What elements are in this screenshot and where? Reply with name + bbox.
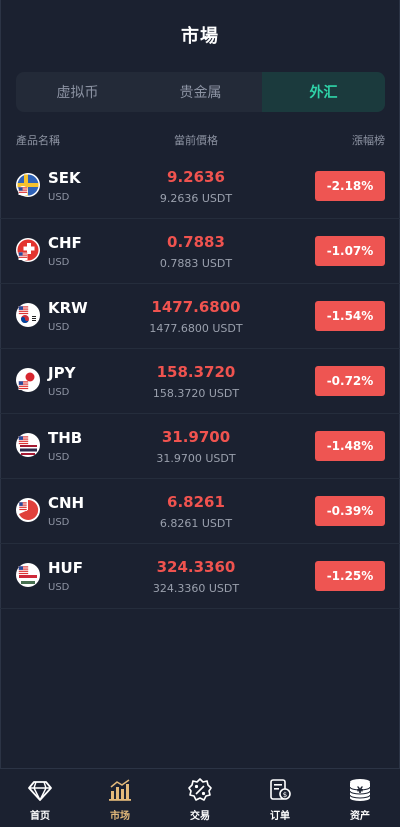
market-list: SEK USD 9.2636 9.2636 USDT -2.18% CHF US…: [0, 154, 400, 609]
diamond-icon: [28, 781, 52, 801]
change-badge[interactable]: -2.18%: [315, 171, 385, 201]
nav-label: 市场: [110, 811, 130, 822]
coin-receipt-icon: $: [270, 779, 291, 800]
column-header-price: 當前價格: [174, 134, 218, 147]
column-header-change[interactable]: 漲幅榜: [352, 132, 385, 148]
change-badge[interactable]: -1.54%: [315, 301, 385, 331]
column-headers: 產品名稱 當前價格 漲幅榜: [16, 132, 385, 148]
svg-text:$: $: [283, 791, 287, 799]
nav-label: 订单: [270, 811, 290, 822]
nav-label: 资产: [350, 811, 370, 822]
nav-home[interactable]: 首页: [0, 769, 80, 827]
nav-label: 交易: [190, 811, 210, 822]
tab-crypto[interactable]: 虚拟币: [16, 72, 139, 112]
nav-market[interactable]: 市场: [80, 769, 160, 827]
market-row[interactable]: HUF USD 324.3360 324.3360 USDT -1.25%: [0, 544, 400, 609]
nav-orders[interactable]: $ 订单: [240, 769, 320, 827]
market-tabs: 虚拟币 贵金属 外汇: [16, 72, 385, 112]
change-badge[interactable]: -1.25%: [315, 561, 385, 591]
change-badge[interactable]: -1.48%: [315, 431, 385, 461]
bar-chart-icon: [109, 779, 131, 801]
nav-trade[interactable]: 交易: [160, 769, 240, 827]
market-row[interactable]: KRW USD 1477.6800 1477.6800 USDT -1.54%: [0, 284, 400, 349]
market-row[interactable]: CHF USD 0.7883 0.7883 USDT -1.07%: [0, 219, 400, 284]
tab-precious-metals[interactable]: 贵金属: [139, 72, 262, 112]
bottom-nav: 首页 市场 交易 $ 订单 ¥ 资产: [0, 768, 400, 827]
market-row[interactable]: JPY USD 158.3720 158.3720 USDT -0.72%: [0, 349, 400, 414]
change-badge[interactable]: -0.72%: [315, 366, 385, 396]
nav-assets[interactable]: ¥ 资产: [320, 769, 400, 827]
market-row[interactable]: CNH USD 6.8261 6.8261 USDT -0.39%: [0, 479, 400, 544]
tab-forex[interactable]: 外汇: [262, 72, 385, 112]
yen-coins-icon: ¥: [349, 779, 371, 801]
change-badge[interactable]: -0.39%: [315, 496, 385, 526]
market-row[interactable]: SEK USD 9.2636 9.2636 USDT -2.18%: [0, 154, 400, 219]
change-badge[interactable]: -1.07%: [315, 236, 385, 266]
nav-label: 首页: [30, 811, 50, 822]
svg-text:¥: ¥: [357, 786, 364, 796]
percent-badge-icon: [188, 778, 212, 801]
page-title: 市場: [181, 26, 219, 47]
market-row[interactable]: THB USD 31.9700 31.9700 USDT -1.48%: [0, 414, 400, 479]
